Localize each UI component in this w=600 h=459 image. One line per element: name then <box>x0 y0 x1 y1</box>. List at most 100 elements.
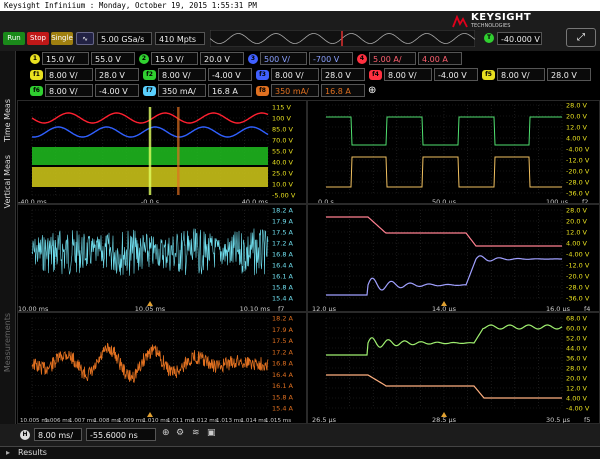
horizontal-position-field[interactable]: -55.6000 ns <box>86 428 156 441</box>
x-axis-right: 10.10 ms <box>240 305 271 312</box>
autoscale-icon[interactable]: ∿ <box>76 32 94 45</box>
function-f4-scale[interactable]: 8.00 V/ <box>384 68 432 81</box>
function-f1-scale[interactable]: 8.00 V/ <box>45 68 93 81</box>
scale-label: 20.0 V <box>566 113 588 121</box>
channel-1-offset[interactable]: 55.0 V <box>91 52 135 65</box>
channel-4-offset[interactable]: 4.00 A <box>418 52 462 65</box>
single-button[interactable]: Single <box>51 32 73 45</box>
overview-waveform-strip[interactable] <box>210 30 475 47</box>
trigger-level-field[interactable]: -40.000 V <box>497 32 542 45</box>
channel-3-scale[interactable]: 500 V/ <box>260 52 307 65</box>
results-expand-icon[interactable]: ▸ <box>6 448 10 457</box>
function-label: f4 <box>584 305 590 312</box>
right-panel-3[interactable]: 68.0 V 60.0 V 52.0 V 44.0 V 36.0 V 28.0 V 20.0… <box>307 312 600 424</box>
scale-label: 18.2 A <box>272 315 294 323</box>
zoom-2-waveform-graph[interactable]: 18.2 A 17.9 A 17.5 A 17.2 A 16.8 A 16.4 A 16.1… <box>18 313 307 424</box>
scale-label: 60.0 V <box>566 325 588 333</box>
green-square-trace <box>326 116 562 146</box>
function-row-2: f1 8.00 V/28.0 Vf2 8.00 V/-4.00 Vf3 8.00 V/… <box>30 68 600 81</box>
channel-2-chip[interactable]: 2 <box>139 54 149 64</box>
function-f1-offset[interactable]: 28.0 V <box>95 68 139 81</box>
main-waveform-panel[interactable]: 115 V 100 V 85.0 V 70.0 V 55.0 V 40.0 V 25.0 V… <box>17 100 307 204</box>
vertical-meas-tab[interactable]: Vertical Meas <box>3 155 12 208</box>
settings-icon[interactable]: ⚙ <box>176 428 184 438</box>
zoom-center-marker <box>147 412 153 417</box>
results-bar[interactable]: ▸ Results <box>0 446 600 459</box>
zoom-in-icon[interactable]: ⊕ <box>162 428 170 438</box>
function-f7-offset[interactable]: 16.8 A <box>208 84 252 97</box>
function-f2-offset[interactable]: -4.00 V <box>208 68 252 81</box>
channel-4-chip[interactable]: 4 <box>357 54 367 64</box>
function-f5-offset[interactable]: 28.0 V <box>547 68 591 81</box>
maximize-icon[interactable]: ⤢ <box>566 28 596 47</box>
scale-label: 17.9 A <box>272 218 294 226</box>
channel-3-offset[interactable]: -700 V <box>309 52 353 65</box>
trigger-channel-indicator: T <box>484 33 494 43</box>
function-f8-chip[interactable]: f8 <box>256 86 269 96</box>
scale-label: 17.5 A <box>272 229 294 237</box>
function-f8-scale[interactable]: 350 mA/ <box>271 84 319 97</box>
function-f2-scale[interactable]: 8.00 V/ <box>158 68 206 81</box>
function-f6-chip[interactable]: f6 <box>30 86 43 96</box>
scale-label: -4.00 V <box>566 405 590 413</box>
zoom-1-waveform-graph[interactable]: 18.2 A 17.9 A 17.5 A 17.2 A 16.8 A 16.4 A 16.1… <box>18 205 307 312</box>
scale-label: 17.9 A <box>272 326 294 334</box>
function-f4-chip[interactable]: f4 <box>369 70 382 80</box>
function-label: f7 <box>278 305 284 312</box>
main-waveform-graph[interactable]: 115 V 100 V 85.0 V 70.0 V 55.0 V 40.0 V 25.0 V… <box>18 101 307 204</box>
function-f3-offset[interactable]: 28.0 V <box>321 68 365 81</box>
channel-2-scale[interactable]: 15.0 V/ <box>151 52 198 65</box>
channel-2-offset[interactable]: 20.0 V <box>200 52 244 65</box>
function-f7-scale[interactable]: 350 mA/ <box>158 84 206 97</box>
scale-label: 16.1 A <box>272 273 294 281</box>
scale-label: -4.00 V <box>566 251 590 259</box>
waveform-icon[interactable]: ≋ <box>192 428 200 438</box>
function-f5-chip[interactable]: f5 <box>482 70 495 80</box>
function-f4-offset[interactable]: -4.00 V <box>434 68 478 81</box>
function-f2-chip[interactable]: f2 <box>143 70 156 80</box>
scale-label: -20.0 V <box>566 273 590 281</box>
horizontal-indicator: H <box>20 430 30 440</box>
scale-label: 16.8 A <box>272 360 294 368</box>
keysight-wave-icon <box>452 15 468 28</box>
right-panel-1[interactable]: 28.0 V 20.0 V 12.0 V 4.00 V -4.00 V -12.0 V -2… <box>307 100 600 204</box>
function-f8-offset[interactable]: 16.8 A <box>321 84 365 97</box>
memory-depth-field[interactable]: 410 Mpts <box>155 32 205 45</box>
time-meas-tab[interactable]: Time Meas <box>3 99 12 142</box>
function-f5-scale[interactable]: 8.00 V/ <box>497 68 545 81</box>
channel-1-scale[interactable]: 15.0 V/ <box>42 52 89 65</box>
horizontal-scale-field[interactable]: 8.00 ms/ <box>34 428 82 441</box>
right-1-waveform-graph[interactable]: 28.0 V 20.0 V 12.0 V 4.00 V -4.00 V -12.0 V -2… <box>308 101 600 204</box>
function-f3-chip[interactable]: f3 <box>256 70 269 80</box>
add-function-icon[interactable]: ⊕ <box>368 85 376 96</box>
function-f6-offset[interactable]: -4.00 V <box>95 84 139 97</box>
zoom-panel-1[interactable]: 18.2 A 17.9 A 17.5 A 17.2 A 16.8 A 16.4 A 16.1… <box>17 204 307 312</box>
scale-label: -4.00 V <box>566 146 590 154</box>
scale-label: 17.5 A <box>272 337 294 345</box>
scale-label: 40.0 V <box>272 159 294 167</box>
channel-1-chip[interactable]: 1 <box>30 54 40 64</box>
channel-3-chip[interactable]: 3 <box>248 54 258 64</box>
scale-label: 16.1 A <box>272 382 294 390</box>
run-button[interactable]: Run <box>3 32 25 45</box>
sample-rate-field[interactable]: 5.00 GSa/s <box>97 32 152 45</box>
zoom-panel-2[interactable]: 18.2 A 17.9 A 17.5 A 17.2 A 16.8 A 16.4 A 16.1… <box>17 312 307 424</box>
scale-label: 44.0 V <box>566 345 588 353</box>
function-f3-scale[interactable]: 8.00 V/ <box>271 68 319 81</box>
channel-row-1: 1 15.0 V/ 55.0 V 2 15.0 V/ 20.0 V 3 500 … <box>30 52 600 65</box>
function-f6-scale[interactable]: 8.00 V/ <box>45 84 93 97</box>
function-f1-chip[interactable]: f1 <box>30 70 43 80</box>
right-3-waveform-graph[interactable]: 68.0 V 60.0 V 52.0 V 44.0 V 36.0 V 28.0 V 20.0… <box>308 313 600 424</box>
right-panel-2[interactable]: 28.0 V 20.0 V 12.0 V 4.00 V -4.00 V -12.0 V -2… <box>307 204 600 312</box>
channel-4-scale[interactable]: 5.00 A/ <box>369 52 416 65</box>
x-axis-mid: 28.5 µs <box>432 416 457 424</box>
scale-label: 52.0 V <box>566 335 588 343</box>
function-f7-chip[interactable]: f7 <box>143 86 156 96</box>
acquire-icon[interactable]: ▣ <box>207 428 216 438</box>
measurements-tab[interactable]: Measurements <box>3 313 12 372</box>
x-axis-right: 30.5 µs <box>546 416 571 424</box>
scale-label: -12.0 V <box>566 157 590 165</box>
stop-button[interactable]: Stop <box>27 32 49 45</box>
x-axis-left: 10.00 ms <box>18 305 49 312</box>
right-2-waveform-graph[interactable]: 28.0 V 20.0 V 12.0 V 4.00 V -4.00 V -12.0 V -2… <box>308 205 600 312</box>
